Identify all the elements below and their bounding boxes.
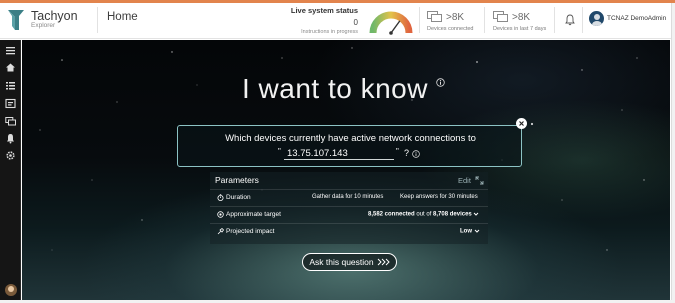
parameters-panel: Parameters Edit Duration Gather data for… <box>210 172 488 244</box>
devices-icon <box>5 116 16 125</box>
parameters-title: Parameters <box>215 175 259 185</box>
user-menu[interactable]: TCNAZ DemoAdmin <box>589 11 666 26</box>
metric-devices-connected[interactable]: >8K Devices connected <box>427 10 473 32</box>
question-text: Which devices currently have active netw… <box>225 133 476 144</box>
question-parameter-input[interactable] <box>284 147 394 160</box>
header-divider <box>97 7 98 33</box>
nav-menu[interactable] <box>4 44 17 56</box>
window-edge <box>671 3 675 303</box>
duration-label: Duration <box>226 194 251 201</box>
gather-duration[interactable]: Gather data for 10 minutes <box>312 194 383 200</box>
status-label: Live system status <box>290 6 358 15</box>
param-row-impact: Projected impact Low <box>210 223 488 239</box>
nav-instructions[interactable] <box>4 97 17 109</box>
user-avatar-small[interactable] <box>5 284 17 296</box>
tachyon-logo-icon <box>8 10 24 30</box>
header-divider <box>419 7 420 33</box>
impact-level: Low <box>460 228 472 235</box>
status-value: 0 <box>353 18 358 27</box>
target-icon <box>217 211 224 218</box>
param-label: Duration <box>217 194 251 201</box>
bell-icon <box>7 133 14 143</box>
brand-subtitle: Explorer <box>31 22 56 29</box>
param-row-target: Approximate target 8,582 connected out o… <box>210 206 488 222</box>
impact-value[interactable]: Low <box>460 228 480 235</box>
nav-list[interactable] <box>4 79 17 91</box>
nav-home[interactable] <box>4 61 17 73</box>
keep-duration[interactable]: Keep answers for 30 minutes <box>400 194 478 200</box>
brand-name: Tachyon <box>31 9 78 23</box>
header-divider <box>554 7 555 33</box>
monitor-icon <box>493 11 508 22</box>
list-icon <box>6 81 15 89</box>
page-title: Home <box>107 11 138 23</box>
headline: I want to know <box>242 73 428 104</box>
nav-notifications[interactable] <box>4 132 17 144</box>
impact-label: Projected impact <box>226 228 275 235</box>
user-avatar <box>589 11 604 26</box>
target-total: 8,708 devices <box>433 211 472 218</box>
send-arrows-icon <box>377 258 390 266</box>
expand-icon[interactable] <box>475 176 484 185</box>
target-label: Approximate target <box>226 211 281 218</box>
info-icon[interactable] <box>412 150 420 158</box>
question-mark: ? <box>404 148 410 158</box>
close-icon[interactable] <box>516 118 527 129</box>
param-label: Approximate target <box>217 211 281 218</box>
metric-label: Devices connected <box>427 26 474 32</box>
gear-icon <box>6 150 15 160</box>
brand[interactable]: Tachyon Explorer <box>6 3 92 37</box>
metric-devices-7days[interactable]: >8K Devices in last 7 days <box>493 10 546 32</box>
ask-button-label: Ask this question <box>309 257 374 267</box>
chevron-down-icon <box>474 229 480 233</box>
notifications-bell-icon[interactable] <box>564 14 576 26</box>
target-out-of: out of <box>416 211 432 218</box>
live-status[interactable]: Live system status 0 Instructions in pro… <box>290 6 358 35</box>
edit-parameters-link[interactable]: Edit <box>458 176 471 185</box>
target-value[interactable]: 8,582 connected out of 8,708 devices <box>368 211 479 218</box>
main-panel: I want to know Which devices currently h… <box>22 40 670 300</box>
param-label: Projected impact <box>217 228 274 235</box>
target-connected: 8,582 connected <box>368 211 415 218</box>
menu-icon <box>6 46 15 54</box>
gauge-needle <box>390 20 401 34</box>
status-gauge <box>369 11 413 35</box>
status-sublabel: Instructions in progress <box>301 29 358 35</box>
instructions-icon <box>5 98 16 108</box>
header-divider <box>582 7 583 33</box>
header-divider <box>484 7 485 33</box>
chevron-down-icon <box>474 212 479 216</box>
question-box: Which devices currently have active netw… <box>177 125 522 167</box>
impact-icon <box>217 228 224 235</box>
brand-text: Tachyon Explorer <box>31 10 78 30</box>
stopwatch-icon <box>217 194 224 201</box>
left-nav <box>0 40 21 300</box>
param-row-duration: Duration Gather data for 10 minutes Keep… <box>210 189 488 205</box>
info-icon[interactable] <box>436 78 445 87</box>
metric-label: Devices in last 7 days <box>493 26 547 32</box>
metric-value: >8K <box>512 11 531 23</box>
nav-devices[interactable] <box>4 115 17 127</box>
home-icon <box>6 63 15 71</box>
quote-open: " <box>278 147 281 156</box>
nav-settings[interactable] <box>4 149 17 161</box>
metric-value: >8K <box>446 11 465 23</box>
monitor-icon <box>427 11 442 22</box>
user-name: TCNAZ DemoAdmin <box>607 15 667 22</box>
ask-question-button[interactable]: Ask this question <box>302 253 397 271</box>
quote-close: " <box>396 147 399 156</box>
